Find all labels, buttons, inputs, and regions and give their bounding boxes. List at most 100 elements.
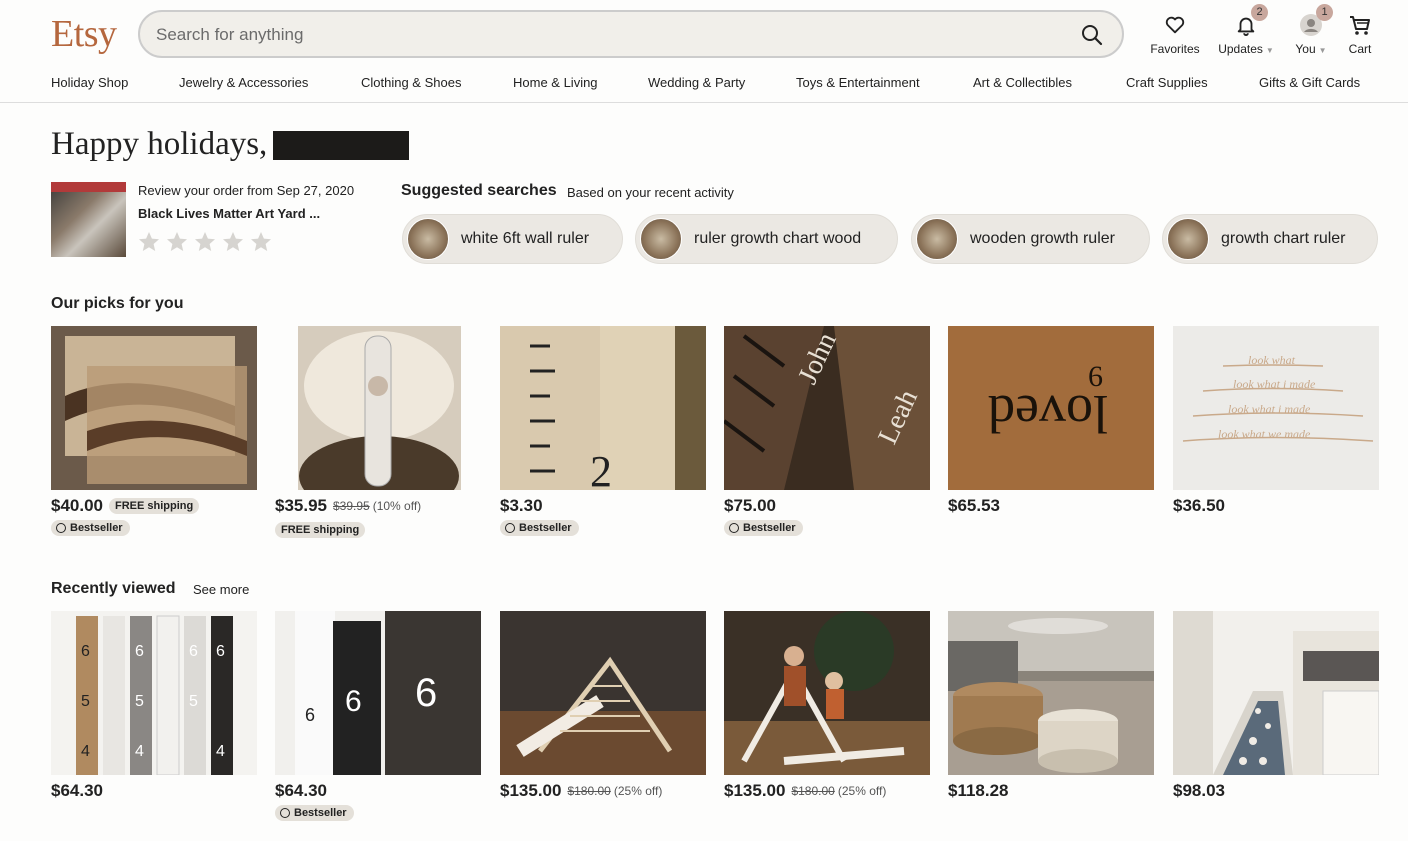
svg-text:6: 6	[216, 643, 225, 660]
see-more-link[interactable]: See more	[193, 582, 249, 597]
product-price: $40.00	[51, 496, 103, 515]
free-shipping-badge: FREE shipping	[275, 522, 366, 538]
discount-text: (25% off)	[613, 784, 663, 798]
suggested-search-pill[interactable]: ruler growth chart wood	[635, 214, 898, 264]
product-image: 6 6 6 6 5 5 5 4 4 4	[51, 611, 257, 775]
product-card[interactable]: $135.00 $180.00 (25% off)	[500, 611, 706, 801]
svg-text:5: 5	[81, 693, 90, 710]
suggested-search-pill[interactable]: wooden growth ruler	[911, 214, 1150, 264]
category-craft[interactable]: Craft Supplies	[1126, 75, 1208, 90]
chevron-down-icon: ▼	[1265, 46, 1274, 55]
bestseller-label: Bestseller	[294, 807, 347, 819]
svg-text:5: 5	[189, 693, 198, 710]
product-price: $35.95	[275, 496, 327, 515]
svg-text:look what i made: look what i made	[1228, 402, 1311, 416]
product-card[interactable]: 6 6 6 6 5 5 5 4 4 4 $64.30	[51, 611, 257, 801]
bestseller-badge: Bestseller	[275, 805, 354, 821]
star-icon[interactable]	[137, 230, 161, 254]
product-price: $64.30	[275, 781, 327, 800]
discount-text: (25% off)	[837, 784, 887, 798]
product-card[interactable]: $118.28	[948, 611, 1154, 801]
product-price: $65.53	[948, 496, 1000, 515]
product-card[interactable]: $98.03	[1173, 611, 1379, 801]
bestseller-badge: Bestseller	[51, 520, 130, 536]
product-image: 2	[500, 326, 706, 490]
product-image: John Leah	[724, 326, 930, 490]
svg-text:loved: loved	[988, 384, 1108, 444]
cart-label: Cart	[1348, 42, 1372, 56]
our-picks-title: Our picks for you	[51, 295, 184, 312]
svg-text:6: 6	[415, 671, 437, 715]
etsy-logo[interactable]: Etsy	[51, 12, 117, 56]
bestseller-label: Bestseller	[743, 522, 796, 534]
pill-label: growth chart ruler	[1221, 230, 1346, 247]
bestseller-badge: Bestseller	[500, 520, 579, 536]
free-shipping-badge: FREE shipping	[109, 498, 200, 514]
category-jewelry[interactable]: Jewelry & Accessories	[179, 75, 308, 90]
product-price: $36.50	[1173, 496, 1225, 515]
product-card[interactable]: John Leah $75.00 Bestseller	[724, 326, 930, 538]
review-product-title[interactable]: Black Lives Matter Art Yard ...	[138, 206, 320, 221]
svg-text:look what i made: look what i made	[1233, 377, 1316, 391]
product-price: $135.00	[724, 781, 786, 800]
search-icon[interactable]	[1080, 23, 1104, 47]
category-wedding[interactable]: Wedding & Party	[648, 75, 745, 90]
suggested-searches-title: Suggested searches	[401, 182, 557, 199]
product-image	[275, 326, 481, 490]
bestseller-badge: Bestseller	[724, 520, 803, 536]
category-holiday-shop[interactable]: Holiday Shop	[51, 75, 128, 90]
svg-text:4: 4	[81, 743, 90, 760]
suggested-search-pill[interactable]: growth chart ruler	[1162, 214, 1378, 264]
category-nav: Holiday Shop Jewelry & Accessories Cloth…	[0, 72, 1408, 96]
category-toys[interactable]: Toys & Entertainment	[796, 75, 920, 90]
svg-text:4: 4	[135, 743, 144, 760]
you-button[interactable]: 1 You ▼	[1290, 4, 1333, 56]
svg-text:6: 6	[189, 643, 198, 660]
heart-icon	[1165, 16, 1185, 34]
star-icon[interactable]	[193, 230, 217, 254]
product-image: loved 6	[948, 326, 1154, 490]
product-card[interactable]: $35.95 $39.95 (10% off) FREE shipping	[275, 326, 481, 538]
product-image	[51, 326, 257, 490]
review-star-rating	[137, 230, 273, 254]
product-image: look what look what i made look what i mad…	[1173, 326, 1379, 490]
pill-thumbnail	[407, 218, 449, 260]
svg-text:5: 5	[135, 693, 144, 710]
star-icon[interactable]	[249, 230, 273, 254]
product-card[interactable]: loved 6 $65.53	[948, 326, 1154, 516]
category-clothing[interactable]: Clothing & Shoes	[361, 75, 461, 90]
you-badge: 1	[1316, 4, 1333, 21]
pill-thumbnail	[640, 218, 682, 260]
review-product-thumbnail[interactable]	[51, 182, 126, 257]
cart-button[interactable]: Cart	[1344, 12, 1376, 56]
product-card[interactable]: 6 6 6 $64.30 Bestseller	[275, 611, 481, 823]
category-home-living[interactable]: Home & Living	[513, 75, 598, 90]
product-card[interactable]: 2 $3.30 Bestseller	[500, 326, 706, 538]
medal-icon	[729, 523, 739, 533]
original-price: $39.95	[333, 499, 370, 513]
suggested-searches-subtitle: Based on your recent activity	[567, 185, 734, 200]
favorites-button[interactable]: Favorites	[1148, 12, 1202, 56]
bestseller-label: Bestseller	[70, 522, 123, 534]
product-price: $3.30	[500, 496, 543, 515]
star-icon[interactable]	[221, 230, 245, 254]
updates-button[interactable]: 2 Updates ▼	[1214, 4, 1278, 56]
search-input[interactable]	[156, 22, 1056, 48]
product-price: $135.00	[500, 781, 562, 800]
updates-badge: 2	[1251, 4, 1268, 21]
product-card[interactable]: $40.00 FREE shipping Bestseller	[51, 326, 257, 538]
greeting-heading: Happy holidays,	[51, 126, 268, 162]
recently-viewed-title: Recently viewed	[51, 580, 176, 597]
updates-label: Updates	[1218, 42, 1263, 56]
medal-icon	[56, 523, 66, 533]
suggested-search-pill[interactable]: white 6ft wall ruler	[402, 214, 623, 264]
product-image: 6 6 6	[275, 611, 481, 775]
category-gifts[interactable]: Gifts & Gift Cards	[1259, 75, 1360, 90]
category-art[interactable]: Art & Collectibles	[973, 75, 1072, 90]
svg-text:look what: look what	[1248, 353, 1296, 367]
product-price: $118.28	[948, 781, 1009, 800]
product-image	[500, 611, 706, 775]
product-card[interactable]: $135.00 $180.00 (25% off)	[724, 611, 930, 801]
star-icon[interactable]	[165, 230, 189, 254]
product-card[interactable]: look what look what i made look what i mad…	[1173, 326, 1379, 516]
